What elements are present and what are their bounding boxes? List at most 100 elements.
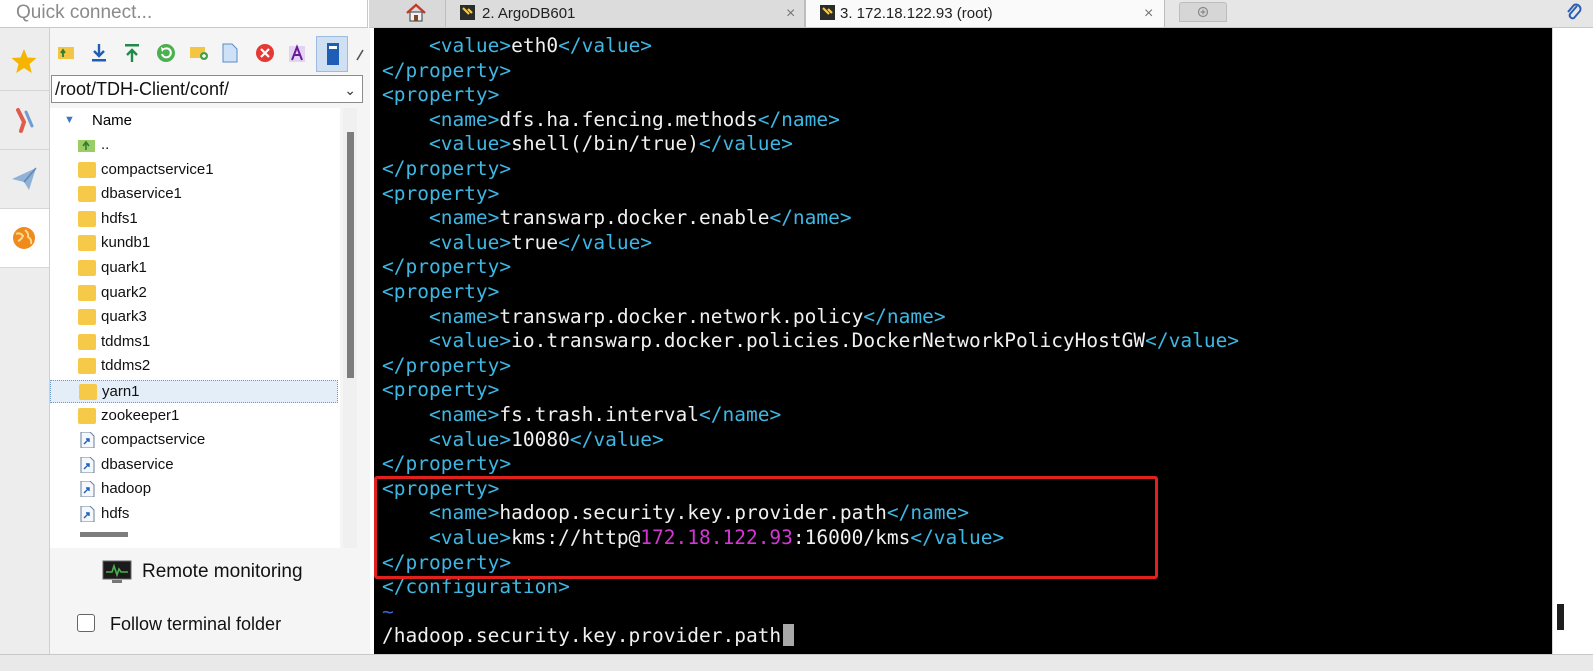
file-list-hscroll-thumb[interactable] xyxy=(80,532,128,537)
folder-icon xyxy=(78,407,96,424)
up-folder-icon xyxy=(58,47,74,59)
toggle-view-button[interactable] xyxy=(316,36,348,72)
file-list: ▼ Name .. compactservice1 dbaservice1 hdfs1… xyxy=(50,108,340,548)
delete-icon xyxy=(256,44,274,62)
close-tab-icon[interactable]: × xyxy=(786,1,795,26)
terminal-line: <value>eth0</value> xyxy=(428,34,653,57)
folder-icon xyxy=(78,358,96,375)
highlight-annotation-box xyxy=(374,476,1158,579)
sftp-file-browser: /root/TDH-Client/conf/ ⌄ ▼ Name .. compac… xyxy=(50,28,370,671)
favorites-button[interactable] xyxy=(0,32,49,91)
new-folder-icon xyxy=(190,47,208,60)
file-list-scroll-thumb[interactable] xyxy=(347,132,354,378)
close-tab-icon[interactable]: × xyxy=(1144,1,1153,26)
tab-label: 2. ArgoDB601 xyxy=(482,5,576,22)
folder-row[interactable]: quark3 xyxy=(50,306,338,329)
folder-row[interactable]: tddms2 xyxy=(50,355,338,378)
file-name: tddms2 xyxy=(101,357,151,375)
paper-plane-icon xyxy=(12,167,37,190)
file-name: compactservice1 xyxy=(101,160,214,178)
left-side-strip xyxy=(0,28,50,671)
file-link-row[interactable]: hadoop xyxy=(50,478,338,501)
path-value: /root/TDH-Client/conf/ xyxy=(55,79,230,99)
terminal-line: </property> xyxy=(382,157,512,180)
parent-folder-button[interactable] xyxy=(53,40,79,66)
tab-argodb601[interactable]: 2. ArgoDB601 × xyxy=(445,0,805,27)
file-toolbar xyxy=(50,36,370,72)
tools-button[interactable] xyxy=(0,91,49,150)
quick-connect-input[interactable]: Quick connect... xyxy=(0,0,368,28)
search-command: /hadoop.security.key.provider.path xyxy=(382,624,782,648)
terminal-line: <name>dfs.ha.fencing.methods</name> xyxy=(428,107,840,131)
terminal-line: </property> xyxy=(382,452,512,476)
send-button[interactable] xyxy=(0,150,49,209)
download-button[interactable] xyxy=(86,40,112,66)
file-name: zookeeper1 xyxy=(101,406,180,424)
name-column-header[interactable]: Name xyxy=(92,112,132,129)
new-tab-icon xyxy=(1197,6,1209,18)
list-header: ▼ Name xyxy=(50,112,340,132)
path-field[interactable]: /root/TDH-Client/conf/ ⌄ xyxy=(51,75,363,103)
chevron-down-icon[interactable]: ⌄ xyxy=(344,77,356,103)
rename-icon xyxy=(289,44,305,62)
folder-icon xyxy=(78,309,96,326)
terminal-line: <value>10080</value> xyxy=(428,427,664,451)
terminal-line: <name>transwarp.docker.network.policy</n… xyxy=(428,304,946,328)
refresh-icon xyxy=(157,44,175,62)
file-name: dbaservice1 xyxy=(101,185,182,203)
new-folder-button[interactable] xyxy=(185,40,211,66)
folder-row[interactable]: quark2 xyxy=(50,282,338,305)
refresh-button[interactable] xyxy=(152,40,178,66)
session-tab-bar: 2. ArgoDB601 × 3. 172.18.122.93 (root) × xyxy=(369,0,1593,28)
terminal-line: <property> xyxy=(382,280,500,303)
terminal-line: <value>io.transwarp.docker.policies.Dock… xyxy=(428,329,1240,353)
folder-row[interactable]: hdfs1 xyxy=(50,208,338,231)
new-file-button[interactable] xyxy=(218,40,244,66)
paperclip-icon[interactable] xyxy=(1565,2,1583,24)
file-name: quark2 xyxy=(101,283,147,301)
file-link-row[interactable]: compactservice xyxy=(50,429,338,452)
new-file-icon xyxy=(222,43,238,63)
terminal-scroll-thumb[interactable] xyxy=(1557,604,1564,630)
terminal-tab-icon xyxy=(820,5,835,20)
folder-row[interactable]: tddms1 xyxy=(50,331,338,354)
folder-row[interactable]: zookeeper1 xyxy=(50,405,338,428)
folder-row[interactable]: quark1 xyxy=(50,257,338,280)
rename-button[interactable] xyxy=(284,40,310,66)
follow-terminal-folder-checkbox[interactable] xyxy=(77,614,95,632)
sort-descending-icon[interactable]: ▼ xyxy=(64,114,75,126)
new-tab-button[interactable] xyxy=(1179,2,1227,22)
terminal-line: <value>shell(/bin/true)</value> xyxy=(428,132,793,156)
terminal-line: <name>fs.trash.interval</name> xyxy=(428,403,782,426)
file-link-icon xyxy=(80,456,95,473)
file-link-icon xyxy=(80,481,95,498)
file-link-row[interactable]: dbaservice xyxy=(50,454,338,477)
terminal-line: </property> xyxy=(382,353,512,377)
text-cursor xyxy=(783,624,795,647)
parent-dir-row[interactable]: .. xyxy=(50,134,338,157)
file-name: quark1 xyxy=(101,259,147,276)
folder-icon xyxy=(78,260,96,276)
sftp-button[interactable] xyxy=(0,209,49,268)
remote-monitoring-label: Remote monitoring xyxy=(142,561,303,582)
tab-home[interactable] xyxy=(369,0,457,27)
file-name: yarn1 xyxy=(102,383,140,400)
status-bar xyxy=(0,654,1593,671)
folder-row[interactable]: dbaservice1 xyxy=(50,183,338,206)
file-name: hdfs xyxy=(101,505,130,522)
folder-icon xyxy=(78,186,96,203)
tab-root-session[interactable]: 3. 172.18.122.93 (root) × xyxy=(805,0,1165,27)
folder-icon xyxy=(79,384,97,400)
terminal-scrollbar[interactable] xyxy=(1552,28,1593,654)
terminal-line: </property> xyxy=(382,58,512,82)
delete-button[interactable] xyxy=(251,40,277,66)
file-name: kundb1 xyxy=(101,234,151,252)
folder-row[interactable]: yarn1 xyxy=(50,380,338,403)
upload-button[interactable] xyxy=(119,40,145,66)
terminal-line: <property> xyxy=(382,378,500,402)
file-link-row[interactable]: hdfs xyxy=(50,503,338,526)
folder-row[interactable]: kundb1 xyxy=(50,232,338,255)
file-name: hdfs1 xyxy=(101,209,138,227)
folder-row[interactable]: compactservice1 xyxy=(50,159,338,182)
terminal-pane[interactable]: <value>eth0</value> </property> <property>… xyxy=(374,28,1552,654)
